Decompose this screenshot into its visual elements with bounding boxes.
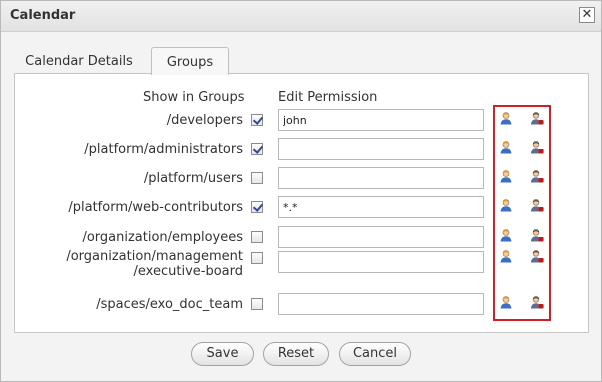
show-in-group-checkbox[interactable] [251,298,263,310]
group-name-label: /organization/employees [82,230,243,245]
cancel-button[interactable]: Cancel [339,342,411,366]
show-in-groups-header: Show in Groups [143,90,245,105]
show-in-group-checkbox[interactable] [251,143,263,155]
show-in-group-checkbox[interactable] [251,172,263,184]
groups-panel-body: Show in Groups Edit Permission /develope… [15,74,588,332]
group-name-label: /platform/administrators [84,142,243,157]
save-button[interactable]: Save [191,342,254,366]
edit-permission-input[interactable] [278,293,484,315]
show-in-group-checkbox[interactable] [251,114,263,126]
edit-permission-input[interactable] [278,251,484,273]
dialog-title: Calendar [10,8,76,23]
reset-button[interactable]: Reset [263,342,329,366]
group-name-label: /platform/users [143,171,243,186]
edit-permission-input[interactable] [278,109,484,131]
group-name-label: /organization/management /executive-boar… [66,249,243,279]
show-in-group-checkbox[interactable] [251,201,263,213]
dialog-titlebar: Calendar ✕ [1,1,601,32]
calendar-dialog: Calendar ✕ Calendar Details Groups Show … [0,0,602,382]
edit-permission-input[interactable] [278,138,484,160]
group-name-label: /spaces/exo_doc_team [96,297,243,312]
edit-permission-input[interactable] [278,196,484,218]
close-icon[interactable]: ✕ [579,7,595,23]
edit-permission-input[interactable] [278,167,484,189]
show-in-group-checkbox[interactable] [251,252,263,264]
permission-picker-highlight [493,105,551,321]
group-name-label: /developers [166,113,243,128]
group-name-label: /platform/web-contributors [68,200,243,215]
show-in-group-checkbox[interactable] [251,231,263,243]
tab-calendar-details[interactable]: Calendar Details [15,47,143,74]
tab-groups[interactable]: Groups [151,47,229,75]
edit-permission-header: Edit Permission [278,90,378,105]
groups-panel: Show in Groups Edit Permission /develope… [14,73,589,333]
edit-permission-input[interactable] [278,226,484,248]
